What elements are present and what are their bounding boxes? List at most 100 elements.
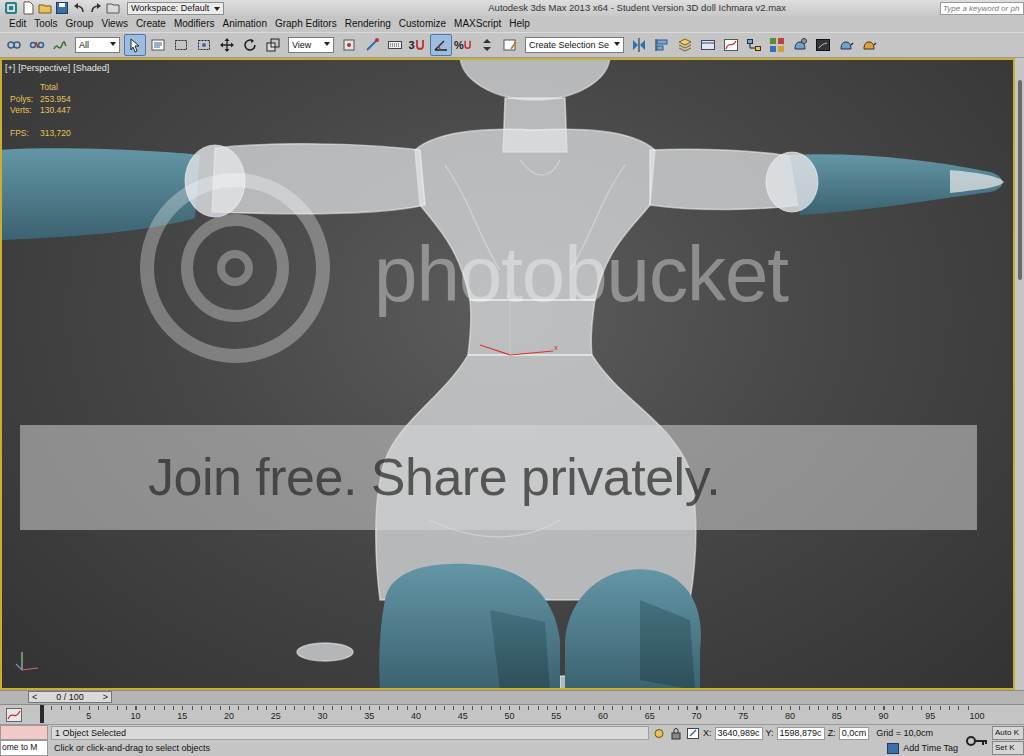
menu-item[interactable]: Customize (395, 16, 450, 32)
percent-snap-button[interactable]: % (453, 34, 475, 56)
app-logo-icon[interactable] (4, 1, 18, 15)
spinner-snap-button[interactable] (476, 34, 498, 56)
perspective-viewport[interactable]: z x [+][Perspective][Shaded] TotalPolys:… (0, 58, 1015, 690)
frame-ruler[interactable]: 5101520253035404550556065707580859095100 (28, 705, 1015, 724)
selection-filter-dropdown[interactable]: All (75, 37, 120, 53)
mini-curve-editor-button[interactable] (0, 705, 28, 724)
doll-head[interactable] (460, 60, 610, 100)
bind-to-space-warp-button[interactable] (49, 34, 71, 56)
select-and-rotate-button[interactable] (239, 34, 261, 56)
key-mode-area (962, 725, 992, 756)
scrollbar-thumb[interactable] (1018, 80, 1022, 280)
doll-left-thigh[interactable] (379, 564, 560, 688)
graphite-ribbon-button[interactable] (697, 34, 719, 56)
curve-editor-button[interactable] (720, 34, 742, 56)
time-slider-thumb[interactable]: < 0 / 100 > (28, 691, 112, 703)
next-frame-arrow[interactable]: > (103, 692, 108, 702)
menu-item[interactable]: Help (505, 16, 534, 32)
align-button[interactable] (651, 34, 673, 56)
add-time-tag-button[interactable]: Add Time Tag (903, 743, 962, 754)
doll-right-elbow[interactable] (766, 152, 818, 212)
doll-tail[interactable] (297, 643, 353, 661)
rendered-frame-window-button[interactable] (812, 34, 834, 56)
reference-coordinate-dropdown[interactable]: View (288, 37, 334, 53)
scene-canvas[interactable]: z x (2, 60, 1013, 688)
schematic-view-button[interactable] (743, 34, 765, 56)
listener-input[interactable] (0, 725, 48, 740)
doll-right-thigh[interactable] (565, 569, 701, 688)
dropdown-arrow-icon (110, 42, 116, 46)
select-and-manipulate-button[interactable] (361, 34, 383, 56)
menu-item[interactable]: Create (132, 16, 170, 32)
menu-item[interactable]: Animation (218, 16, 270, 32)
frame-scale[interactable]: 5101520253035404550556065707580859095100 (42, 705, 977, 724)
undo-icon[interactable] (72, 1, 86, 15)
angle-snap-button[interactable] (430, 34, 452, 56)
save-file-icon[interactable] (55, 1, 69, 15)
frame-tick-label: 75 (738, 711, 748, 722)
render-production-button[interactable] (835, 34, 857, 56)
dropdown-arrow-icon (214, 7, 220, 11)
render-iterative-button[interactable] (858, 34, 880, 56)
photobucket-logo-icon (147, 180, 323, 356)
doll-model[interactable] (2, 60, 1004, 688)
new-scene-icon[interactable] (21, 1, 35, 15)
keyword-search-field[interactable] (940, 2, 1024, 15)
viewport-menu-label[interactable]: [Shaded] (73, 63, 109, 74)
project-folder-icon[interactable] (106, 1, 120, 15)
menu-item[interactable]: Group (62, 16, 98, 32)
open-file-icon[interactable] (38, 1, 52, 15)
keyboard-shortcut-override-button[interactable] (384, 34, 406, 56)
app-window: Workspace: Default Autodesk 3ds Max 2013… (0, 0, 1024, 756)
menu-item[interactable]: Edit (5, 16, 30, 32)
coordinate-field[interactable]: 0,0cm (839, 727, 870, 740)
edit-named-selection-button[interactable] (499, 34, 521, 56)
set-key-button[interactable]: Set K (992, 741, 1024, 755)
select-by-name-button[interactable] (147, 34, 169, 56)
maxscript-listener[interactable]: ome to M (0, 725, 48, 756)
menu-item[interactable]: Views (97, 16, 132, 32)
render-setup-button[interactable] (789, 34, 811, 56)
coordinate-field[interactable]: 1598,879c (777, 727, 825, 740)
select-object-button[interactable] (124, 34, 146, 56)
edit-named-selection-icon (502, 37, 518, 53)
set-key-icon[interactable] (965, 734, 989, 748)
menu-item[interactable]: Rendering (341, 16, 395, 32)
redo-icon[interactable] (89, 1, 103, 15)
select-and-scale-button[interactable] (262, 34, 284, 56)
select-and-move-button[interactable] (216, 34, 238, 56)
named-selection-dropdown[interactable]: Create Selection Se (525, 37, 624, 53)
menu-item[interactable]: Modifiers (170, 16, 219, 32)
rectangular-selection-button[interactable] (170, 34, 192, 56)
window-crossing-button[interactable] (193, 34, 215, 56)
isolate-selection-icon[interactable] (652, 727, 666, 740)
viewport-label[interactable]: [+][Perspective][Shaded] (5, 63, 109, 74)
time-slider-track[interactable]: < 0 / 100 > (28, 691, 1015, 704)
frame-tick-label: 100 (969, 711, 984, 722)
frame-tick-label: 85 (832, 711, 842, 722)
viewport-menu-label[interactable]: [+] (5, 63, 15, 74)
use-pivot-center-button[interactable] (338, 34, 360, 56)
doll-right-hand[interactable] (950, 170, 1004, 193)
mirror-button[interactable] (628, 34, 650, 56)
menu-item[interactable]: Graph Editors (271, 16, 341, 32)
layer-manager-button[interactable] (674, 34, 696, 56)
select-and-link-button[interactable] (3, 34, 25, 56)
snaps-toggle-label: 3 (408, 40, 414, 51)
absolute-mode-icon[interactable] (686, 727, 700, 740)
material-editor-button[interactable] (766, 34, 788, 56)
viewport-menu-label[interactable]: [Perspective] (18, 63, 70, 74)
doll-left-forearm[interactable] (2, 148, 200, 240)
unlink-selection-button[interactable] (26, 34, 48, 56)
listener-output[interactable]: ome to M (0, 740, 48, 756)
previous-frame-arrow[interactable]: < (32, 692, 37, 702)
auto-key-button[interactable]: Auto K (992, 726, 1024, 740)
view-axis-icon (16, 652, 38, 670)
tick-marks (42, 706, 977, 710)
menu-item[interactable]: MAXScript (450, 16, 505, 32)
menu-item[interactable]: Tools (30, 16, 61, 32)
coordinate-field[interactable]: 3640,989c (715, 727, 763, 740)
snaps-toggle-button[interactable]: 3 (407, 34, 429, 56)
selection-lock-icon[interactable] (669, 727, 683, 740)
workspace-dropdown[interactable]: Workspace: Default (127, 2, 224, 15)
